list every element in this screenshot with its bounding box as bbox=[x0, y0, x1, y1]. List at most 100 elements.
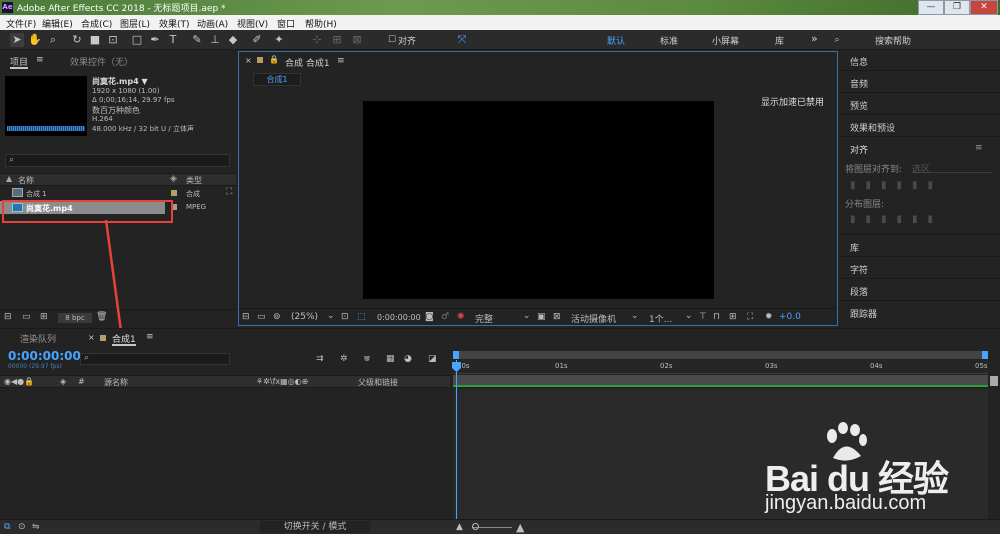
tab-effect-controls[interactable]: 效果控件（无） bbox=[70, 55, 133, 69]
local-axis-icon[interactable]: ⊹ bbox=[310, 33, 324, 47]
layer-switches-icon[interactable]: ⧉ bbox=[4, 522, 10, 532]
menu-edit[interactable]: 编辑(E) bbox=[42, 17, 73, 30]
transparency-grid-icon[interactable]: ⊠ bbox=[553, 312, 561, 322]
region-of-interest-icon[interactable]: ▣ bbox=[537, 312, 546, 322]
timeline-search-input[interactable]: ⌕ bbox=[80, 353, 230, 365]
column-name[interactable]: 名称 bbox=[18, 175, 34, 186]
comp-mini-flowchart-icon[interactable]: ⇉ bbox=[316, 354, 324, 364]
lock-icon[interactable]: 🔒 bbox=[269, 55, 279, 69]
graph-editor-icon[interactable]: ◪ bbox=[428, 354, 437, 364]
workspace-library[interactable]: 库 bbox=[775, 34, 784, 47]
close-tab-icon[interactable]: × bbox=[88, 333, 95, 347]
help-search-input[interactable]: 搜索帮助 bbox=[875, 34, 911, 47]
navigator-start-handle[interactable] bbox=[453, 351, 459, 359]
menu-help[interactable]: 帮助(H) bbox=[305, 17, 337, 30]
toggle-pixel-icon[interactable]: ⊤ bbox=[699, 312, 707, 322]
chevron-down-icon[interactable]: ⌄ bbox=[685, 311, 693, 321]
rectangle-tool-icon[interactable]: □ bbox=[130, 33, 144, 47]
camera-tool-icon[interactable]: ■ bbox=[88, 33, 102, 47]
comp-breadcrumb[interactable]: 合成1 bbox=[253, 73, 301, 86]
zoom-tool-icon[interactable]: ⌕ bbox=[46, 33, 60, 47]
close-tab-icon[interactable]: × bbox=[245, 56, 252, 70]
mask-visibility-icon[interactable]: ⬚ bbox=[357, 312, 366, 322]
panel-paragraph[interactable]: 段落 bbox=[850, 285, 868, 298]
column-source-name[interactable]: 源名称 bbox=[104, 377, 128, 388]
chevron-down-icon[interactable]: ⌄ bbox=[631, 311, 639, 321]
label-column-icon[interactable]: ◈ bbox=[60, 377, 66, 386]
panel-align-title[interactable]: 对齐 bbox=[850, 143, 868, 156]
close-button[interactable]: ✕ bbox=[970, 0, 998, 15]
menu-file[interactable]: 文件(F) bbox=[6, 17, 36, 30]
draft-3d-icon[interactable]: ✲ bbox=[340, 354, 348, 364]
zoom-dropdown[interactable]: (25%) bbox=[291, 312, 318, 322]
safe-margins-icon[interactable]: ⊡ bbox=[341, 312, 349, 322]
reset-exposure-icon[interactable]: ✹ bbox=[765, 312, 773, 322]
column-parent[interactable]: 父级和链接 bbox=[358, 377, 398, 388]
panel-menu-icon[interactable]: ≡ bbox=[36, 55, 44, 69]
preview-filename[interactable]: 尚寞花.mp4 ▼ bbox=[92, 76, 148, 87]
monitor-icon[interactable]: ▭ bbox=[257, 312, 266, 322]
eraser-tool-icon[interactable]: ◆ bbox=[226, 33, 240, 47]
chevron-down-icon[interactable]: ⌄ bbox=[523, 311, 531, 321]
navigator-end-handle[interactable] bbox=[982, 351, 988, 359]
work-area-bar[interactable] bbox=[453, 375, 988, 387]
zoom-out-icon[interactable]: ▲ bbox=[456, 522, 463, 532]
panel-libraries[interactable]: 库 bbox=[850, 241, 859, 254]
workspace-small-screen[interactable]: 小屏幕 bbox=[712, 34, 739, 47]
frame-blending-icon[interactable]: ▦ bbox=[386, 354, 395, 364]
fast-preview-icon[interactable]: ⊓ bbox=[713, 312, 720, 322]
snap-checkbox-icon[interactable]: ☐ bbox=[385, 33, 399, 47]
toggle-switches-modes[interactable]: 切换开关 / 模式 bbox=[260, 521, 370, 533]
workspace-default[interactable]: 默认 bbox=[607, 34, 625, 47]
align-buttons-row[interactable]: ▮▮▮▮▮▮ bbox=[850, 180, 990, 192]
flowchart-icon[interactable]: ⛶ bbox=[226, 187, 232, 197]
chevron-down-icon[interactable]: ⌄ bbox=[327, 311, 335, 321]
maximize-button[interactable]: ❐ bbox=[944, 0, 970, 15]
vr-glasses-icon[interactable]: ⊚ bbox=[273, 312, 281, 322]
minimize-button[interactable]: — bbox=[918, 0, 944, 15]
exposure-value[interactable]: +0.0 bbox=[779, 312, 801, 322]
timeline-zoom-knob[interactable] bbox=[472, 523, 479, 530]
panel-menu-icon[interactable]: ≡ bbox=[975, 143, 983, 153]
always-preview-icon[interactable]: ⊟ bbox=[242, 312, 250, 322]
panel-audio[interactable]: 音频 bbox=[850, 77, 868, 90]
puppet-pin-tool-icon[interactable]: ✦ bbox=[272, 33, 286, 47]
tab-project[interactable]: 项目 bbox=[10, 55, 29, 69]
panel-menu-icon[interactable]: ≡ bbox=[146, 332, 154, 346]
timeline-timecode[interactable]: 0:00:00:00 bbox=[8, 349, 81, 363]
menu-window[interactable]: 窗口 bbox=[277, 17, 295, 30]
new-folder-icon[interactable]: ▭ bbox=[22, 312, 31, 322]
flowchart-icon[interactable]: ⛶ bbox=[747, 312, 753, 322]
timeline-scroll-handle[interactable] bbox=[990, 376, 998, 386]
pan-behind-tool-icon[interactable]: ⊡ bbox=[106, 33, 120, 47]
clone-stamp-tool-icon[interactable]: ⊥ bbox=[208, 33, 222, 47]
selection-tool-icon[interactable]: ➤ bbox=[10, 33, 24, 47]
panel-info[interactable]: 信息 bbox=[850, 55, 868, 68]
column-type[interactable]: 类型 bbox=[186, 175, 202, 186]
snapshot-icon[interactable]: ◙ bbox=[425, 312, 434, 322]
resolution-dropdown[interactable]: 完整 bbox=[475, 312, 493, 325]
world-axis-icon[interactable]: ⊞ bbox=[330, 33, 344, 47]
zoom-in-icon[interactable]: ▲ bbox=[516, 521, 524, 534]
in-out-icon[interactable]: ⇋ bbox=[32, 522, 40, 532]
align-to-dropdown[interactable]: 选区 bbox=[912, 162, 992, 175]
label-column-icon[interactable]: ◈ bbox=[170, 174, 177, 184]
current-time[interactable]: 0:00:00:00 bbox=[377, 313, 421, 322]
menu-composition[interactable]: 合成(C) bbox=[81, 17, 112, 30]
menu-animation[interactable]: 动画(A) bbox=[197, 17, 228, 30]
brush-tool-icon[interactable]: ✎ bbox=[190, 33, 204, 47]
timeline-icon[interactable]: ⊞ bbox=[729, 312, 737, 322]
camera-dropdown[interactable]: 活动摄像机 bbox=[571, 312, 616, 325]
comp-viewer-canvas[interactable] bbox=[363, 101, 714, 299]
interpret-footage-icon[interactable]: ⊟ bbox=[4, 312, 12, 322]
new-comp-icon[interactable]: ⊞ bbox=[40, 312, 48, 322]
panel-effects-presets[interactable]: 效果和预设 bbox=[850, 121, 895, 134]
tab-render-queue[interactable]: 渲染队列 bbox=[20, 332, 56, 346]
panel-preview[interactable]: 预览 bbox=[850, 99, 868, 112]
distribute-buttons-row[interactable]: ▮▮▮▮▮▮ bbox=[850, 214, 990, 226]
workspace-more-button[interactable]: » bbox=[811, 32, 818, 45]
work-area-navigator[interactable] bbox=[453, 351, 988, 359]
views-dropdown[interactable]: 1个... bbox=[649, 312, 672, 325]
tab-composition[interactable]: 合成 合成1 bbox=[285, 56, 330, 70]
bpc-toggle[interactable]: 8 bpc bbox=[58, 313, 92, 323]
